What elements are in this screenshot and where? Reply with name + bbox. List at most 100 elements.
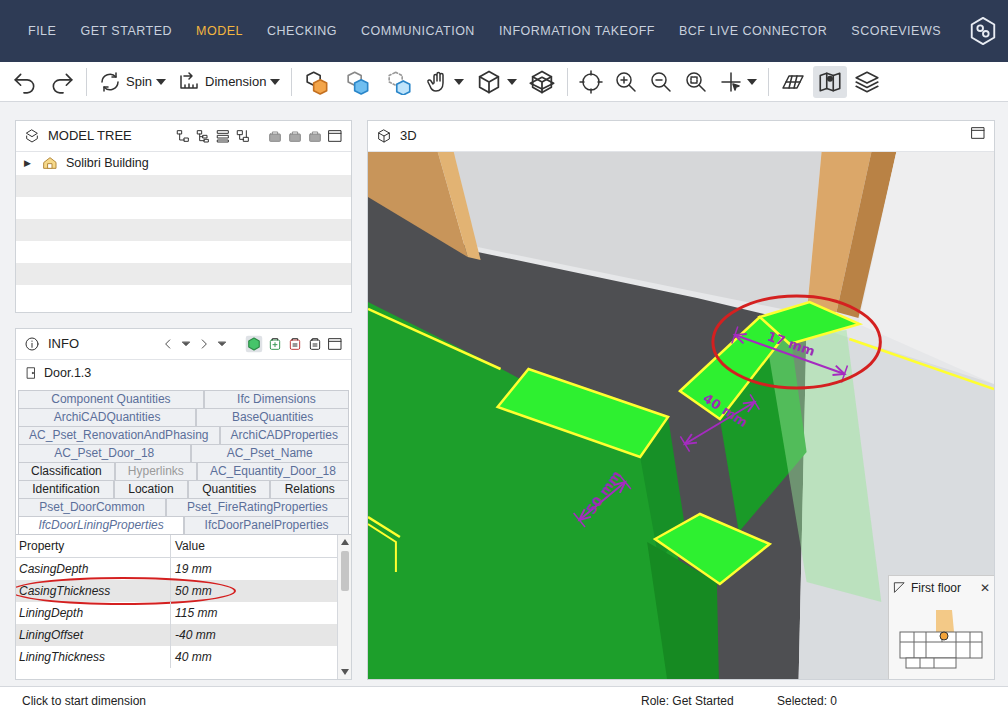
tree-list-icon[interactable] bbox=[215, 128, 231, 144]
property-tab[interactable]: ArchiCADProperties bbox=[220, 426, 349, 444]
dropdown-caret-icon[interactable] bbox=[747, 79, 757, 85]
zoom-out-button[interactable] bbox=[645, 66, 677, 98]
lock-icon[interactable] bbox=[287, 128, 303, 144]
dimension[interactable]: 17 mm bbox=[732, 327, 848, 383]
layers-button[interactable] bbox=[850, 66, 884, 98]
tree-types-icon[interactable] bbox=[195, 128, 211, 144]
pick-dropdown[interactable] bbox=[715, 66, 761, 98]
remove-property-icon[interactable] bbox=[287, 336, 303, 352]
annotation-ellipse bbox=[15, 577, 236, 605]
property-table: PropertyValueCasingDepth19 mmCasingThick… bbox=[16, 534, 351, 679]
property-tab[interactable]: AC_Pset_Name bbox=[191, 444, 350, 462]
dimension[interactable]: 40 mm bbox=[680, 390, 759, 451]
scroll-up-icon[interactable] bbox=[341, 539, 349, 545]
back-icon[interactable] bbox=[161, 336, 175, 352]
isolate-button[interactable] bbox=[340, 66, 378, 98]
redo-button[interactable] bbox=[45, 66, 79, 98]
dropdown-caret-icon[interactable] bbox=[156, 79, 166, 85]
annotation-ellipse bbox=[713, 296, 880, 388]
property-tab[interactable]: AC_Pset_RenovationAndPhasing bbox=[18, 426, 220, 444]
ribbon-tab[interactable]: FILE bbox=[28, 22, 56, 41]
property-tab[interactable]: BaseQuantities bbox=[196, 408, 349, 426]
zoom-out-icon bbox=[649, 70, 673, 94]
ribbon-tab[interactable]: GET STARTED bbox=[80, 22, 172, 41]
scroll-down-icon[interactable] bbox=[341, 669, 349, 675]
property-tab[interactable]: Component Quantities bbox=[18, 390, 204, 408]
window-icon[interactable] bbox=[327, 336, 343, 352]
property-tab[interactable]: Identification bbox=[18, 480, 114, 498]
show-selected-button[interactable] bbox=[299, 66, 337, 98]
table-row[interactable]: LiningDepth115 mm bbox=[16, 602, 337, 624]
property-tab[interactable]: IfcDoorLiningProperties bbox=[18, 516, 184, 534]
floor-minimap[interactable]: First floor✕ bbox=[888, 575, 994, 679]
scroll-thumb[interactable] bbox=[341, 551, 349, 591]
dimension[interactable]: 50 mm bbox=[574, 468, 631, 527]
spin-label: Spin bbox=[126, 72, 152, 92]
property-tab[interactable]: AC_Pset_Door_18 bbox=[18, 444, 191, 462]
dropdown-caret-icon[interactable] bbox=[454, 79, 464, 85]
history-down-icon[interactable] bbox=[215, 336, 229, 352]
window-icon[interactable] bbox=[327, 128, 343, 144]
corner-icon bbox=[893, 581, 907, 595]
ribbon-tab[interactable]: COMMUNICATION bbox=[361, 22, 475, 41]
solibri-logo-icon[interactable] bbox=[968, 16, 998, 46]
minimap-header: First floor✕ bbox=[893, 579, 990, 597]
lock-icon[interactable] bbox=[267, 128, 283, 144]
ribbon-tab[interactable]: SCOREVIEWS bbox=[851, 22, 941, 41]
property-tab[interactable]: IfcDoorPanelProperties bbox=[184, 516, 349, 534]
table-row[interactable]: CasingThickness50 mm bbox=[16, 580, 337, 602]
tree-row[interactable]: ▶Solibri Building bbox=[16, 152, 351, 175]
property-tab[interactable]: ArchiCADQuantities bbox=[18, 408, 196, 426]
property-tab[interactable]: Pset_FireRatingProperties bbox=[166, 498, 349, 516]
zoom-window-button[interactable] bbox=[680, 66, 712, 98]
section-button[interactable] bbox=[524, 66, 560, 98]
ribbon-tab[interactable]: MODEL bbox=[196, 22, 243, 41]
property-tab[interactable]: Relations bbox=[270, 480, 349, 498]
tree-row bbox=[16, 197, 351, 219]
zoom-fit-button[interactable] bbox=[575, 66, 607, 98]
dimension-dropdown[interactable]: Dimension bbox=[173, 66, 284, 98]
slice-button[interactable] bbox=[776, 66, 810, 98]
model-canvas[interactable]: 17 mm 40 mm 50 mm First floor✕ bbox=[368, 152, 994, 679]
hide-button[interactable] bbox=[381, 66, 419, 98]
floor-map-toggle[interactable] bbox=[813, 66, 847, 98]
property-tab[interactable]: Quantities bbox=[188, 480, 271, 498]
zoom-in-button[interactable] bbox=[610, 66, 642, 98]
layers-icon bbox=[854, 69, 880, 95]
history-down-icon[interactable] bbox=[179, 336, 193, 352]
dropdown-caret-icon[interactable] bbox=[270, 79, 280, 85]
tree-group-icon[interactable] bbox=[235, 128, 251, 144]
ribbon-tab[interactable]: CHECKING bbox=[267, 22, 337, 41]
property-tab[interactable]: AC_Equantity_Door_18 bbox=[197, 462, 349, 480]
table-row[interactable]: LiningThickness40 mm bbox=[16, 646, 337, 668]
column-header[interactable]: Value bbox=[171, 535, 337, 557]
selection-cube-icon[interactable] bbox=[245, 335, 263, 353]
forward-icon[interactable] bbox=[197, 336, 211, 352]
property-value: 19 mm bbox=[171, 558, 337, 580]
ribbon-tab[interactable]: BCF LIVE CONNECTOR bbox=[679, 22, 827, 41]
dropdown-caret-icon[interactable] bbox=[507, 79, 517, 85]
table-row[interactable]: LiningOffset-40 mm bbox=[16, 624, 337, 646]
ribbon-tab[interactable]: INFORMATION TAKEOFF bbox=[499, 22, 655, 41]
scrollbar[interactable] bbox=[337, 535, 351, 679]
property-tab: Hyperlinks bbox=[115, 462, 197, 480]
property-tab[interactable]: Pset_DoorCommon bbox=[18, 498, 166, 516]
property-tab[interactable]: Classification bbox=[18, 462, 115, 480]
undo-button[interactable] bbox=[8, 66, 42, 98]
cube-dashed-icon bbox=[385, 69, 415, 95]
close-button[interactable]: ✕ bbox=[980, 579, 990, 597]
panel-title: INFO bbox=[48, 334, 79, 354]
spin-dropdown[interactable]: Spin bbox=[94, 66, 170, 98]
expand-toggle[interactable]: ▶ bbox=[24, 157, 34, 171]
property-tab[interactable]: Ifc Dimensions bbox=[204, 390, 349, 408]
column-header[interactable]: Property bbox=[16, 535, 171, 557]
visibility-dropdown[interactable] bbox=[422, 66, 468, 98]
property-tab[interactable]: Location bbox=[114, 480, 188, 498]
view-dropdown[interactable] bbox=[471, 66, 521, 98]
property-list-icon[interactable] bbox=[307, 336, 323, 352]
lock-icon[interactable] bbox=[307, 128, 323, 144]
table-row[interactable]: CasingDepth19 mm bbox=[16, 558, 337, 580]
add-property-icon[interactable] bbox=[267, 336, 283, 352]
maximize-icon[interactable] bbox=[970, 125, 986, 141]
tree-view-icon[interactable] bbox=[175, 128, 191, 144]
